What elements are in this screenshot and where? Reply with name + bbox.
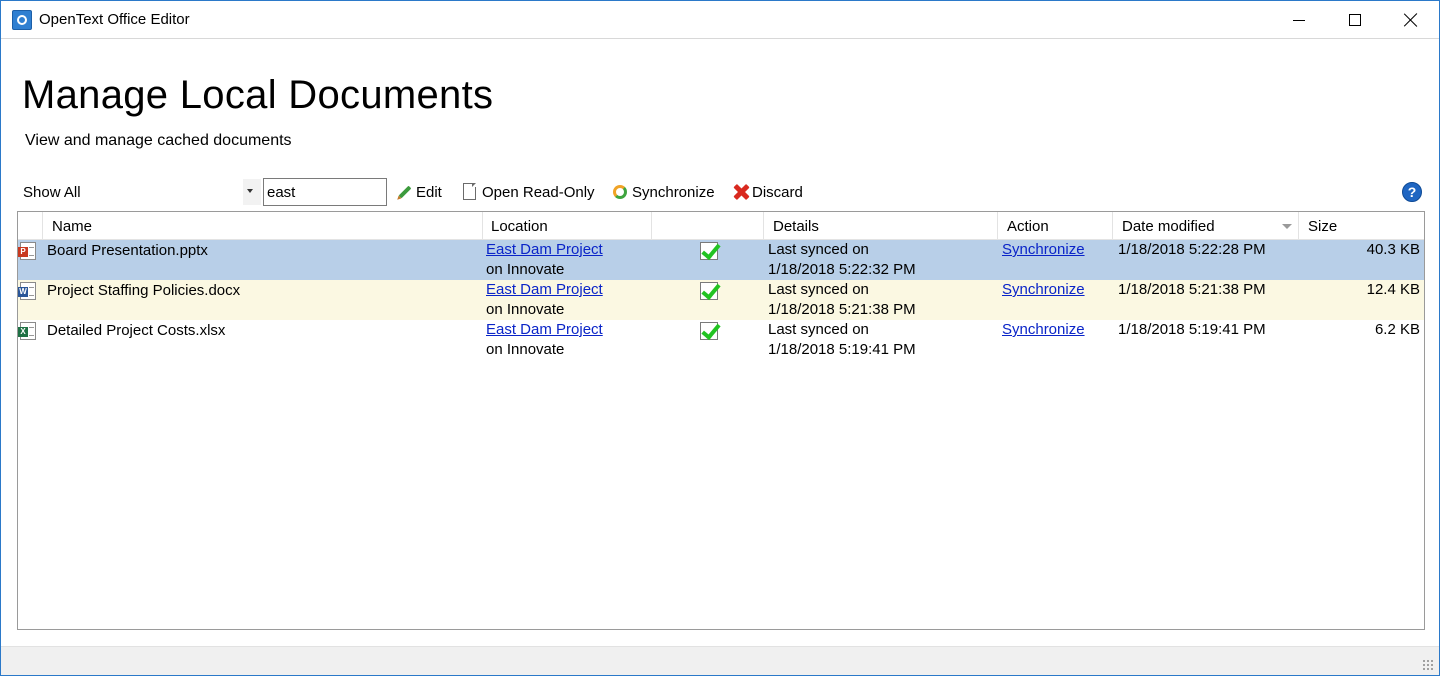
pencil-icon bbox=[395, 183, 413, 201]
sync-icon bbox=[611, 183, 629, 201]
table-row[interactable]: X Detailed Project Costs.xlsx East Dam P… bbox=[18, 320, 1424, 360]
search-input[interactable] bbox=[263, 178, 387, 206]
table-row[interactable]: W Project Staffing Policies.docx East Da… bbox=[18, 280, 1424, 320]
column-header-action-label: Action bbox=[1007, 217, 1049, 235]
column-header-location-label: Location bbox=[491, 217, 548, 235]
details-timestamp: 1/18/2018 5:22:32 PM bbox=[768, 261, 916, 278]
open-read-only-button[interactable]: Open Read-Only bbox=[461, 181, 595, 203]
page-subtitle: View and manage cached documents bbox=[25, 132, 292, 149]
column-header-details[interactable]: Details bbox=[764, 212, 998, 240]
filter-dropdown[interactable]: Show All bbox=[19, 179, 261, 205]
file-size: 6.2 KB bbox=[1374, 321, 1420, 338]
action-cell: Synchronize bbox=[1002, 280, 1085, 320]
close-button[interactable] bbox=[1383, 1, 1439, 39]
discard-button[interactable]: Discard bbox=[731, 181, 803, 203]
status-bar bbox=[1, 646, 1439, 675]
maximize-button[interactable] bbox=[1327, 1, 1383, 39]
opentext-app-icon bbox=[12, 10, 32, 30]
location-cell: East Dam Project on Innovate bbox=[486, 320, 603, 360]
synchronize-label: Synchronize bbox=[632, 183, 715, 201]
synchronize-link[interactable]: Synchronize bbox=[1002, 240, 1085, 260]
column-header-name-label: Name bbox=[52, 217, 93, 235]
file-name: Board Presentation.pptx bbox=[47, 242, 208, 259]
resize-grip-icon[interactable] bbox=[1422, 659, 1434, 671]
date-modified: 1/18/2018 5:22:28 PM bbox=[1118, 241, 1266, 258]
table-row[interactable]: P Board Presentation.pptx East Dam Proje… bbox=[18, 240, 1424, 280]
location-suffix: on Innovate bbox=[486, 301, 565, 318]
location-link[interactable]: East Dam Project bbox=[486, 320, 603, 340]
column-header-action[interactable]: Action bbox=[998, 212, 1113, 240]
file-name: Detailed Project Costs.xlsx bbox=[47, 322, 226, 339]
window-title: OpenText Office Editor bbox=[39, 11, 190, 28]
synchronize-link[interactable]: Synchronize bbox=[1002, 320, 1085, 340]
column-header-date-modified-label: Date modified bbox=[1122, 217, 1215, 235]
location-link[interactable]: East Dam Project bbox=[486, 240, 603, 260]
details-cell: Last synced on 1/18/2018 5:19:41 PM bbox=[768, 320, 916, 360]
close-icon bbox=[1404, 13, 1418, 27]
powerpoint-file-icon: P bbox=[18, 242, 38, 260]
help-button[interactable]: ? bbox=[1402, 182, 1422, 202]
synchronize-button[interactable]: Synchronize bbox=[611, 181, 715, 203]
location-link[interactable]: East Dam Project bbox=[486, 280, 603, 300]
details-line: Last synced on bbox=[768, 321, 869, 338]
date-modified: 1/18/2018 5:19:41 PM bbox=[1118, 321, 1266, 338]
help-icon: ? bbox=[1407, 184, 1417, 200]
edit-button[interactable]: Edit bbox=[395, 181, 442, 203]
synced-check-icon bbox=[700, 322, 718, 340]
discard-label: Discard bbox=[752, 183, 803, 201]
word-file-icon: W bbox=[18, 282, 38, 300]
open-read-only-label: Open Read-Only bbox=[482, 183, 595, 201]
column-header-location[interactable]: Location bbox=[482, 212, 652, 240]
location-cell: East Dam Project on Innovate bbox=[486, 280, 603, 320]
app-window: OpenText Office Editor Manage Local Docu… bbox=[0, 0, 1440, 676]
grid-header: Name Location Details Action Date modifi… bbox=[18, 212, 1424, 240]
edit-button-label: Edit bbox=[416, 183, 442, 201]
details-timestamp: 1/18/2018 5:21:38 PM bbox=[768, 301, 916, 318]
synced-check-icon bbox=[700, 282, 718, 300]
documents-grid[interactable]: Name Location Details Action Date modifi… bbox=[17, 211, 1425, 630]
details-line: Last synced on bbox=[768, 241, 869, 258]
column-header-date-modified[interactable]: Date modified bbox=[1113, 212, 1299, 240]
details-line: Last synced on bbox=[768, 281, 869, 298]
location-suffix: on Innovate bbox=[486, 341, 565, 358]
location-suffix: on Innovate bbox=[486, 261, 565, 278]
synchronize-link[interactable]: Synchronize bbox=[1002, 280, 1085, 300]
discard-x-icon bbox=[731, 183, 749, 201]
column-header-status[interactable] bbox=[652, 212, 764, 240]
chevron-down-icon bbox=[247, 189, 253, 193]
synced-check-icon bbox=[700, 242, 718, 260]
details-cell: Last synced on 1/18/2018 5:22:32 PM bbox=[768, 240, 916, 280]
page-title: Manage Local Documents bbox=[22, 73, 494, 117]
excel-file-icon: X bbox=[18, 322, 38, 340]
file-size: 12.4 KB bbox=[1366, 281, 1420, 298]
action-cell: Synchronize bbox=[1002, 320, 1085, 360]
column-header-name[interactable]: Name bbox=[43, 212, 483, 240]
column-header-size[interactable]: Size bbox=[1299, 212, 1424, 240]
date-modified: 1/18/2018 5:21:38 PM bbox=[1118, 281, 1266, 298]
details-cell: Last synced on 1/18/2018 5:21:38 PM bbox=[768, 280, 916, 320]
sort-descending-icon bbox=[1282, 224, 1292, 229]
file-size: 40.3 KB bbox=[1366, 241, 1420, 258]
filter-dropdown-value: Show All bbox=[23, 183, 81, 201]
file-name: Project Staffing Policies.docx bbox=[47, 282, 241, 299]
column-header-size-label: Size bbox=[1308, 217, 1338, 235]
details-timestamp: 1/18/2018 5:19:41 PM bbox=[768, 341, 916, 358]
title-bar[interactable]: OpenText Office Editor bbox=[1, 1, 1439, 39]
column-header-icon[interactable] bbox=[18, 212, 43, 240]
minimize-button[interactable] bbox=[1271, 1, 1327, 39]
maximize-icon bbox=[1349, 14, 1361, 26]
minimize-icon bbox=[1293, 19, 1305, 21]
location-cell: East Dam Project on Innovate bbox=[486, 240, 603, 280]
action-cell: Synchronize bbox=[1002, 240, 1085, 280]
document-icon bbox=[461, 183, 479, 201]
column-header-details-label: Details bbox=[773, 217, 819, 235]
